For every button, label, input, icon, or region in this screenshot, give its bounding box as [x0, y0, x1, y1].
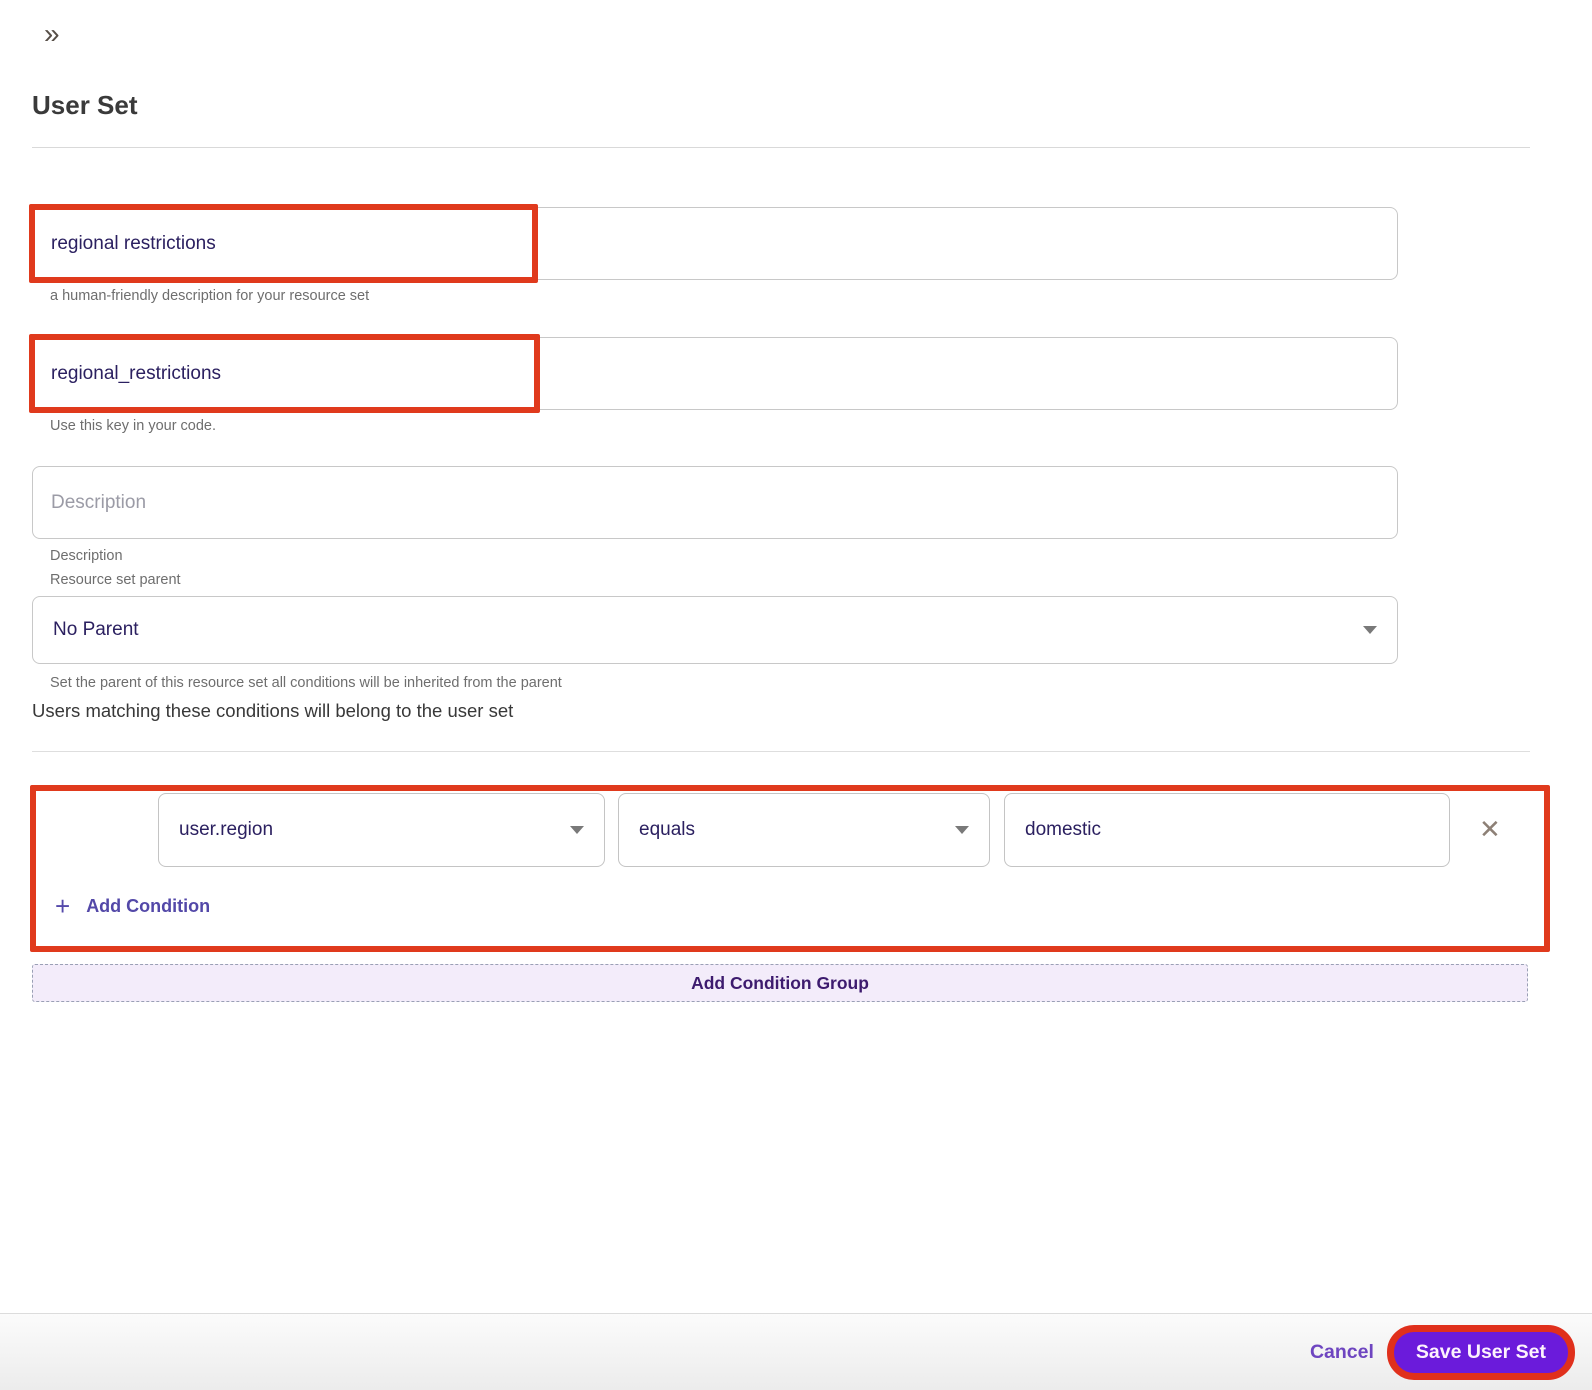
key-field-block: Use this key in your code.: [29, 334, 1560, 434]
condition-attribute-select[interactable]: user.region: [158, 793, 605, 867]
main-content: » User Set a human-friendly description …: [0, 0, 1592, 1002]
add-condition-button[interactable]: + Add Condition: [55, 893, 210, 919]
key-input[interactable]: [32, 337, 1398, 410]
condition-value-input[interactable]: [1004, 793, 1450, 867]
add-condition-group-button[interactable]: Add Condition Group: [32, 964, 1528, 1002]
annotation-ring-save-button: Save User Set: [1386, 1324, 1575, 1380]
collapse-panel-icon[interactable]: »: [44, 20, 60, 48]
name-input[interactable]: [32, 207, 1398, 280]
conditions-divider: [32, 751, 1530, 752]
parent-helper-text: Set the parent of this resource set all …: [50, 675, 562, 691]
condition-operator-value: equals: [639, 819, 695, 840]
name-field-block: a human-friendly description for your re…: [29, 204, 1560, 304]
add-condition-label: Add Condition: [86, 895, 211, 916]
plus-icon: +: [55, 891, 71, 921]
parent-select-value: No Parent: [53, 619, 139, 640]
condition-group: user.region equals ✕ + Add Condition: [30, 785, 1560, 952]
page-title: User Set: [32, 90, 138, 120]
description-field-block: Description Resource set parent: [32, 466, 1560, 588]
conditions-intro-text: Users matching these conditions will bel…: [32, 700, 514, 721]
save-user-set-button[interactable]: Save User Set: [1393, 1331, 1568, 1373]
name-helper-text: a human-friendly description for your re…: [50, 288, 370, 304]
footer-action-bar: Cancel Save User Set: [0, 1313, 1592, 1390]
remove-condition-icon[interactable]: ✕: [1479, 817, 1501, 843]
cancel-button[interactable]: Cancel: [1310, 1341, 1374, 1364]
description-label: Description: [50, 548, 123, 564]
description-input[interactable]: [32, 466, 1398, 539]
resource-set-parent-label: Resource set parent: [50, 572, 181, 588]
chevron-down-icon: [955, 826, 969, 834]
chevron-down-icon: [570, 826, 584, 834]
header-divider: [32, 147, 1530, 148]
condition-row: user.region equals ✕: [158, 793, 1560, 867]
condition-operator-select[interactable]: equals: [618, 793, 990, 867]
key-helper-text: Use this key in your code.: [50, 418, 217, 434]
condition-attribute-value: user.region: [179, 819, 274, 840]
chevron-down-icon: [1363, 626, 1377, 634]
add-condition-group-label: Add Condition Group: [691, 972, 869, 993]
user-set-panel: » User Set a human-friendly description …: [0, 0, 1592, 1390]
parent-select[interactable]: No Parent: [32, 596, 1398, 664]
